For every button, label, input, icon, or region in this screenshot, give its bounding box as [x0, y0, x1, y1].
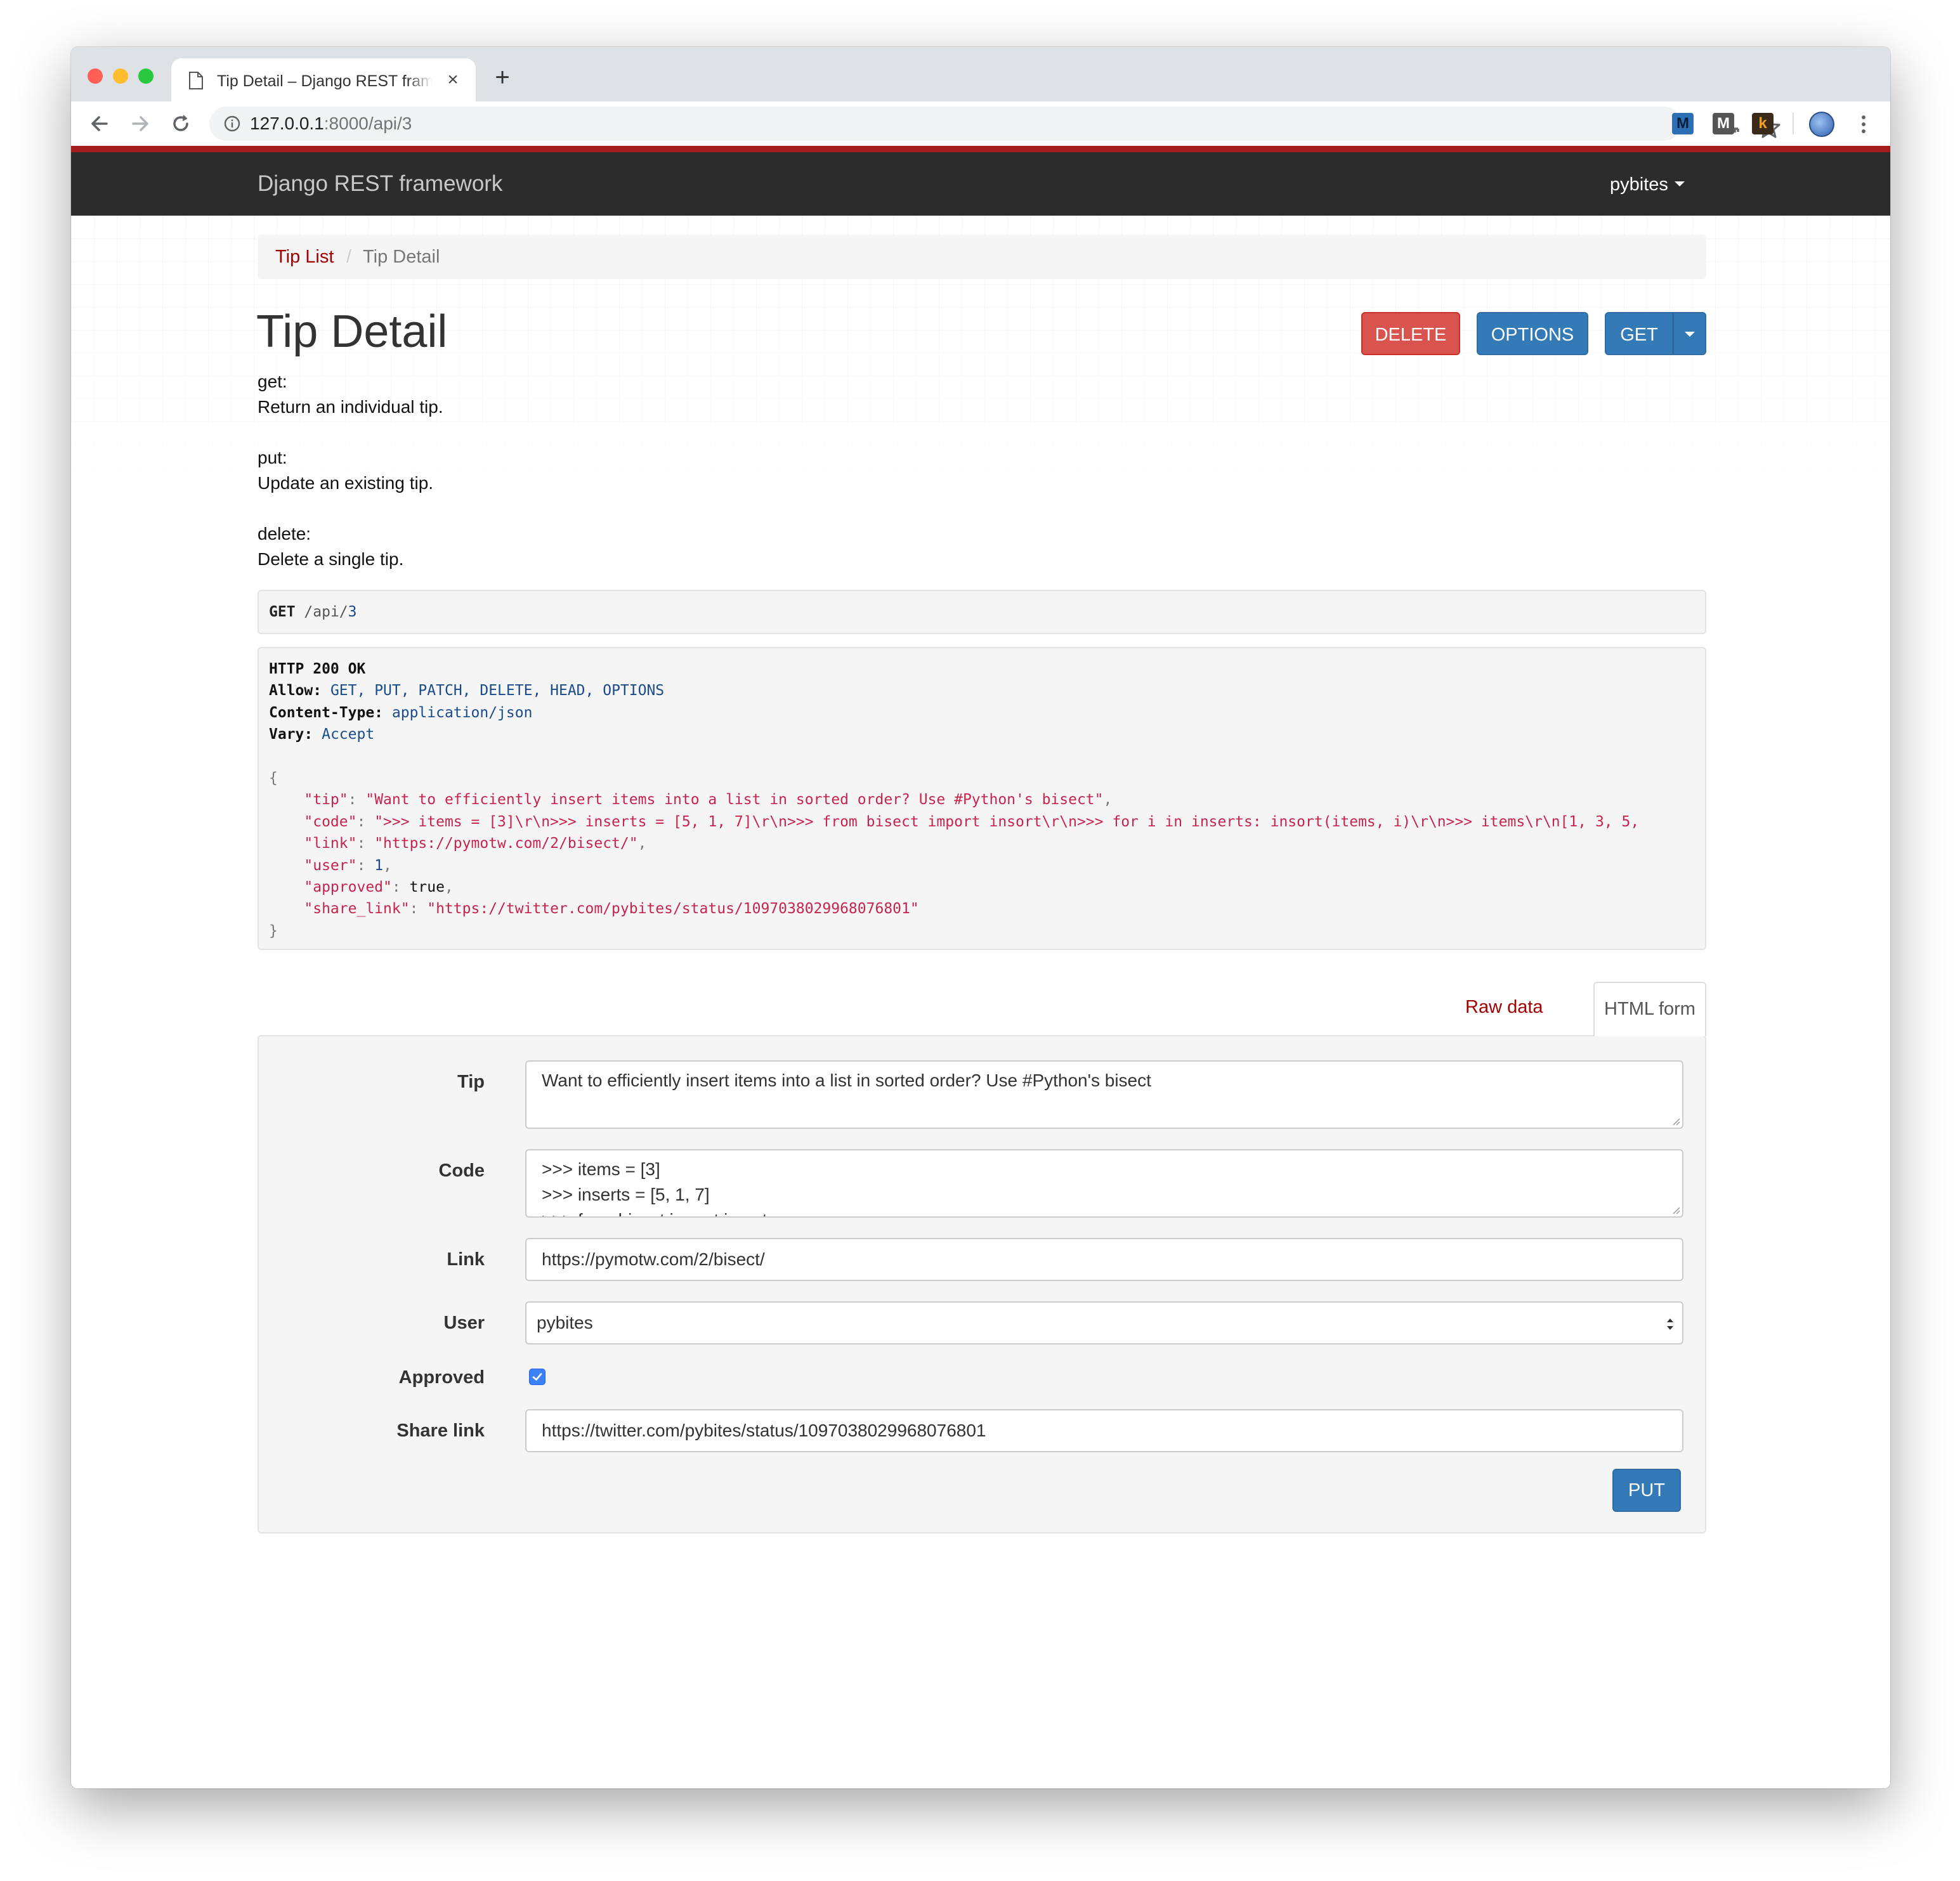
put-form: Tip Want to efficiently insert items int…: [258, 1035, 1706, 1533]
description-delete: delete: Delete a single tip.: [258, 524, 404, 569]
response-content: HTTP 200 OK Allow: GET, PUT, PATCH, DELE…: [269, 661, 1640, 939]
request-info: GET /api/3: [258, 590, 1706, 634]
response-info: HTTP 200 OK Allow: GET, PUT, PATCH, DELE…: [258, 647, 1706, 950]
breadcrumb-separator: /: [346, 247, 352, 267]
tip-label: Tip: [457, 1072, 485, 1092]
code-textarea[interactable]: >>> items = [3] >>> inserts = [5, 1, 7] …: [525, 1149, 1683, 1218]
extension-m-blue-icon[interactable]: M: [1672, 113, 1694, 134]
user-label: User: [443, 1313, 485, 1333]
approved-label: Approved: [398, 1367, 485, 1388]
link-label: Link: [447, 1249, 485, 1270]
caret-down-icon: [1684, 332, 1695, 337]
brand-link[interactable]: Django REST framework: [258, 171, 502, 197]
info-icon[interactable]: [223, 115, 241, 133]
extension-k-icon[interactable]: k: [1752, 113, 1774, 134]
get-format-dropdown[interactable]: [1673, 312, 1706, 355]
reload-icon[interactable]: [167, 110, 194, 137]
browser-window: Tip Detail – Django REST framework × + 1…: [71, 47, 1890, 1788]
minimize-window-button[interactable]: [113, 68, 128, 84]
put-button[interactable]: PUT: [1612, 1469, 1681, 1512]
profile-avatar-icon[interactable]: [1809, 112, 1834, 137]
request-line: GET /api/3: [269, 604, 357, 620]
browser-toolbar: 127.0.0.1:8000/api/3 M M k: [71, 101, 1890, 146]
document-icon: [189, 72, 203, 89]
form-tabs: Raw data HTML form: [258, 982, 1706, 1036]
breadcrumb-active: Tip Detail: [363, 247, 440, 267]
link-input[interactable]: https://pymotw.com/2/bisect/: [525, 1238, 1683, 1281]
page-title: Tip Detail: [256, 306, 448, 357]
tab-strip: Tip Detail – Django REST framework × +: [71, 47, 1890, 101]
tab-raw-data[interactable]: Raw data: [1465, 994, 1543, 1020]
user-select[interactable]: pybites: [525, 1301, 1683, 1344]
approved-checkbox[interactable]: [529, 1369, 546, 1385]
top-accent-bar: [71, 146, 1890, 152]
extension-m-gray-icon[interactable]: M: [1713, 113, 1734, 134]
delete-button[interactable]: DELETE: [1361, 312, 1460, 355]
resize-handle-icon[interactable]: [1671, 1206, 1680, 1214]
tab-title: Tip Detail – Django REST framework: [217, 70, 433, 92]
toolbar-divider: [1793, 113, 1794, 134]
user-name: pybites: [1610, 174, 1668, 195]
breadcrumb-tip-list-link[interactable]: Tip List: [275, 246, 334, 268]
address-bar[interactable]: 127.0.0.1:8000/api/3: [209, 107, 1780, 141]
select-arrows-icon: [1667, 1318, 1673, 1330]
get-button[interactable]: GET: [1605, 312, 1673, 355]
options-button[interactable]: OPTIONS: [1477, 312, 1588, 355]
page-content: Django REST framework pybites Tip List /…: [71, 146, 1890, 1788]
close-window-button[interactable]: [88, 68, 103, 84]
resize-handle-icon[interactable]: [1671, 1117, 1680, 1126]
more-menu-icon[interactable]: [1856, 112, 1871, 137]
tab-html-form[interactable]: HTML form: [1593, 982, 1706, 1036]
forward-icon[interactable]: [127, 110, 154, 137]
maximize-window-button[interactable]: [138, 68, 154, 84]
back-icon[interactable]: [86, 110, 113, 137]
close-tab-icon[interactable]: ×: [445, 70, 461, 89]
description-put: put: Update an existing tip.: [258, 448, 434, 493]
endpoint-description: get: Return an individual tip. put: Update…: [258, 369, 1019, 597]
browser-tab[interactable]: Tip Detail – Django REST framework ×: [171, 58, 476, 101]
code-label: Code: [438, 1161, 485, 1181]
share-link-input[interactable]: https://twitter.com/pybites/status/10970…: [525, 1409, 1683, 1452]
breadcrumb: Tip List / Tip Detail: [258, 235, 1706, 279]
new-tab-icon[interactable]: +: [491, 65, 514, 90]
user-dropdown[interactable]: pybites: [1610, 174, 1685, 195]
share-link-label: Share link: [396, 1421, 485, 1441]
description-get: get: Return an individual tip.: [258, 372, 443, 417]
caret-down-icon: [1674, 181, 1685, 187]
url-text: 127.0.0.1:8000/api/3: [250, 114, 412, 133]
checkmark-icon: [532, 1373, 542, 1381]
navbar: Django REST framework pybites: [71, 152, 1890, 216]
tip-textarea[interactable]: Want to efficiently insert items into a …: [525, 1060, 1683, 1129]
